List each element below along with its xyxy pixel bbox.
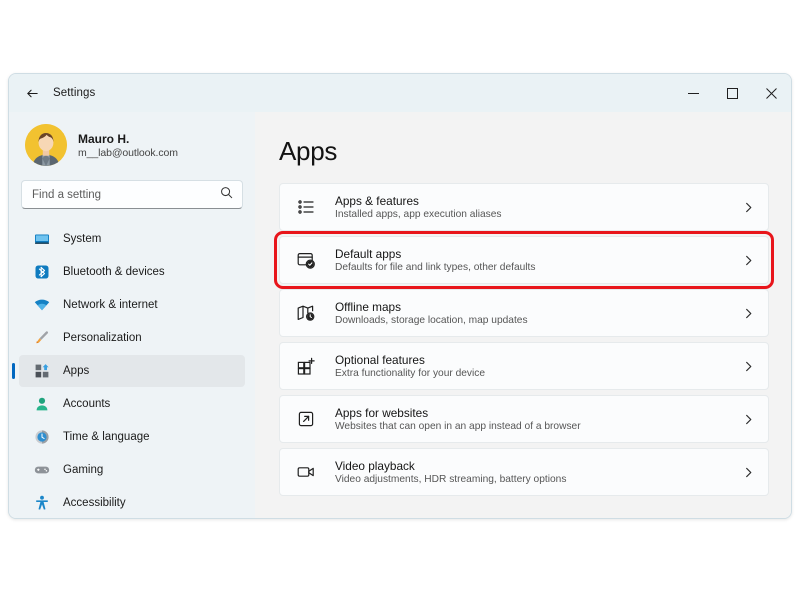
card-subtitle: Installed apps, app execution aliases [335, 209, 502, 220]
window-body: Mauro H. m__lab@outlook.com Find a setti… [9, 112, 791, 518]
apps-grid-icon [33, 363, 50, 380]
settings-card-list: Apps & features Installed apps, app exec… [274, 183, 774, 496]
card-default-apps[interactable]: Default apps Defaults for file and link … [274, 231, 774, 289]
title-bar: Settings [9, 74, 791, 112]
back-arrow-icon[interactable] [15, 78, 49, 108]
chevron-right-icon[interactable] [735, 467, 754, 478]
card-text: Apps for websites Websites that can open… [335, 406, 735, 432]
card-title: Optional features [335, 353, 425, 367]
chevron-right-icon[interactable] [735, 414, 754, 425]
card-text: Optional features Extra functionality fo… [335, 353, 735, 379]
card-subtitle: Extra functionality for your device [335, 368, 486, 379]
sidebar-nav: System Bluetooth & devices Network & int… [19, 223, 245, 518]
sidebar-item-system[interactable]: System [19, 223, 245, 255]
optional-features-icon [295, 355, 317, 377]
chevron-right-icon[interactable] [735, 255, 754, 266]
card-apps-and-features[interactable]: Apps & features Installed apps, app exec… [279, 183, 769, 231]
sidebar-item-gaming[interactable]: Gaming [19, 454, 245, 486]
card-text: Apps & features Installed apps, app exec… [335, 194, 735, 220]
sidebar-item-accessibility[interactable]: Accessibility [19, 487, 245, 518]
account-row[interactable]: Mauro H. m__lab@outlook.com [19, 112, 245, 180]
monitor-icon [33, 231, 50, 248]
card-title: Apps for websites [335, 406, 429, 420]
close-icon[interactable] [752, 74, 791, 112]
account-email: m__lab@outlook.com [78, 146, 178, 159]
card-apps-for-websites[interactable]: Apps for websites Websites that can open… [279, 395, 769, 443]
minimize-icon[interactable] [674, 74, 713, 112]
account-text: Mauro H. m__lab@outlook.com [78, 132, 178, 159]
search-input[interactable] [22, 181, 242, 208]
card-subtitle: Downloads, storage location, map updates [335, 315, 528, 326]
chevron-right-icon[interactable] [735, 361, 754, 372]
card-subtitle: Video adjustments, HDR streaming, batter… [335, 474, 567, 485]
sidebar-item-personalization[interactable]: Personalization [19, 322, 245, 354]
sidebar-item-apps[interactable]: Apps [19, 355, 245, 387]
settings-window: Settings Mauro H. m__lab@outlook.com Fin… [8, 73, 792, 519]
card-title: Offline maps [335, 300, 402, 314]
content-area: Apps Apps & features Installed apps, app… [255, 112, 791, 518]
card-text: Offline maps Downloads, storage location… [335, 300, 735, 326]
card-subtitle: Websites that can open in an app instead… [335, 421, 581, 432]
sidebar-item-label: Bluetooth & devices [63, 266, 165, 278]
sidebar-item-network-internet[interactable]: Network & internet [19, 289, 245, 321]
card-title: Apps & features [335, 194, 419, 208]
accessibility-icon [33, 495, 50, 512]
card-offline-maps[interactable]: Offline maps Downloads, storage location… [279, 289, 769, 337]
maximize-icon[interactable] [713, 74, 752, 112]
app-list-icon [295, 196, 317, 218]
card-text: Default apps Defaults for file and link … [335, 247, 735, 273]
video-camera-icon [295, 461, 317, 483]
search-box[interactable] [21, 180, 243, 209]
sidebar-item-time-language[interactable]: Time & language [19, 421, 245, 453]
sidebar-item-label: Gaming [63, 464, 104, 476]
sidebar-item-accounts[interactable]: Accounts [19, 388, 245, 420]
sidebar-item-label: Personalization [63, 332, 142, 344]
chevron-right-icon[interactable] [735, 308, 754, 319]
page-title: Apps [279, 136, 338, 166]
card-title: Video playback [335, 459, 415, 473]
wifi-icon [33, 297, 50, 314]
card-text: Video playback Video adjustments, HDR st… [335, 459, 735, 485]
sidebar-item-label: Network & internet [63, 299, 158, 311]
bluetooth-icon [33, 264, 50, 281]
clock-icon [33, 429, 50, 446]
sidebar-item-label: System [63, 233, 102, 245]
map-icon [295, 302, 317, 324]
card-video-playback[interactable]: Video playback Video adjustments, HDR st… [279, 448, 769, 496]
person-icon [33, 396, 50, 413]
sidebar-item-label: Accessibility [63, 497, 126, 509]
default-apps-icon [295, 249, 317, 271]
sidebar-item-label: Time & language [63, 431, 150, 443]
window-controls [674, 74, 791, 112]
sidebar-item-label: Accounts [63, 398, 111, 410]
sidebar: Mauro H. m__lab@outlook.com Find a setti… [9, 112, 255, 518]
gamepad-icon [33, 462, 50, 479]
sidebar-item-label: Apps [63, 365, 90, 377]
user-avatar [25, 124, 67, 166]
external-link-icon [295, 408, 317, 430]
card-subtitle: Defaults for file and link types, other … [335, 262, 536, 273]
sidebar-item-bluetooth-devices[interactable]: Bluetooth & devices [19, 256, 245, 288]
chevron-right-icon[interactable] [735, 202, 754, 213]
paintbrush-icon [33, 330, 50, 347]
card-title: Default apps [335, 247, 402, 261]
card-optional-features[interactable]: Optional features Extra functionality fo… [279, 342, 769, 390]
window-title: Settings [53, 87, 96, 99]
account-name: Mauro H. [78, 131, 130, 146]
